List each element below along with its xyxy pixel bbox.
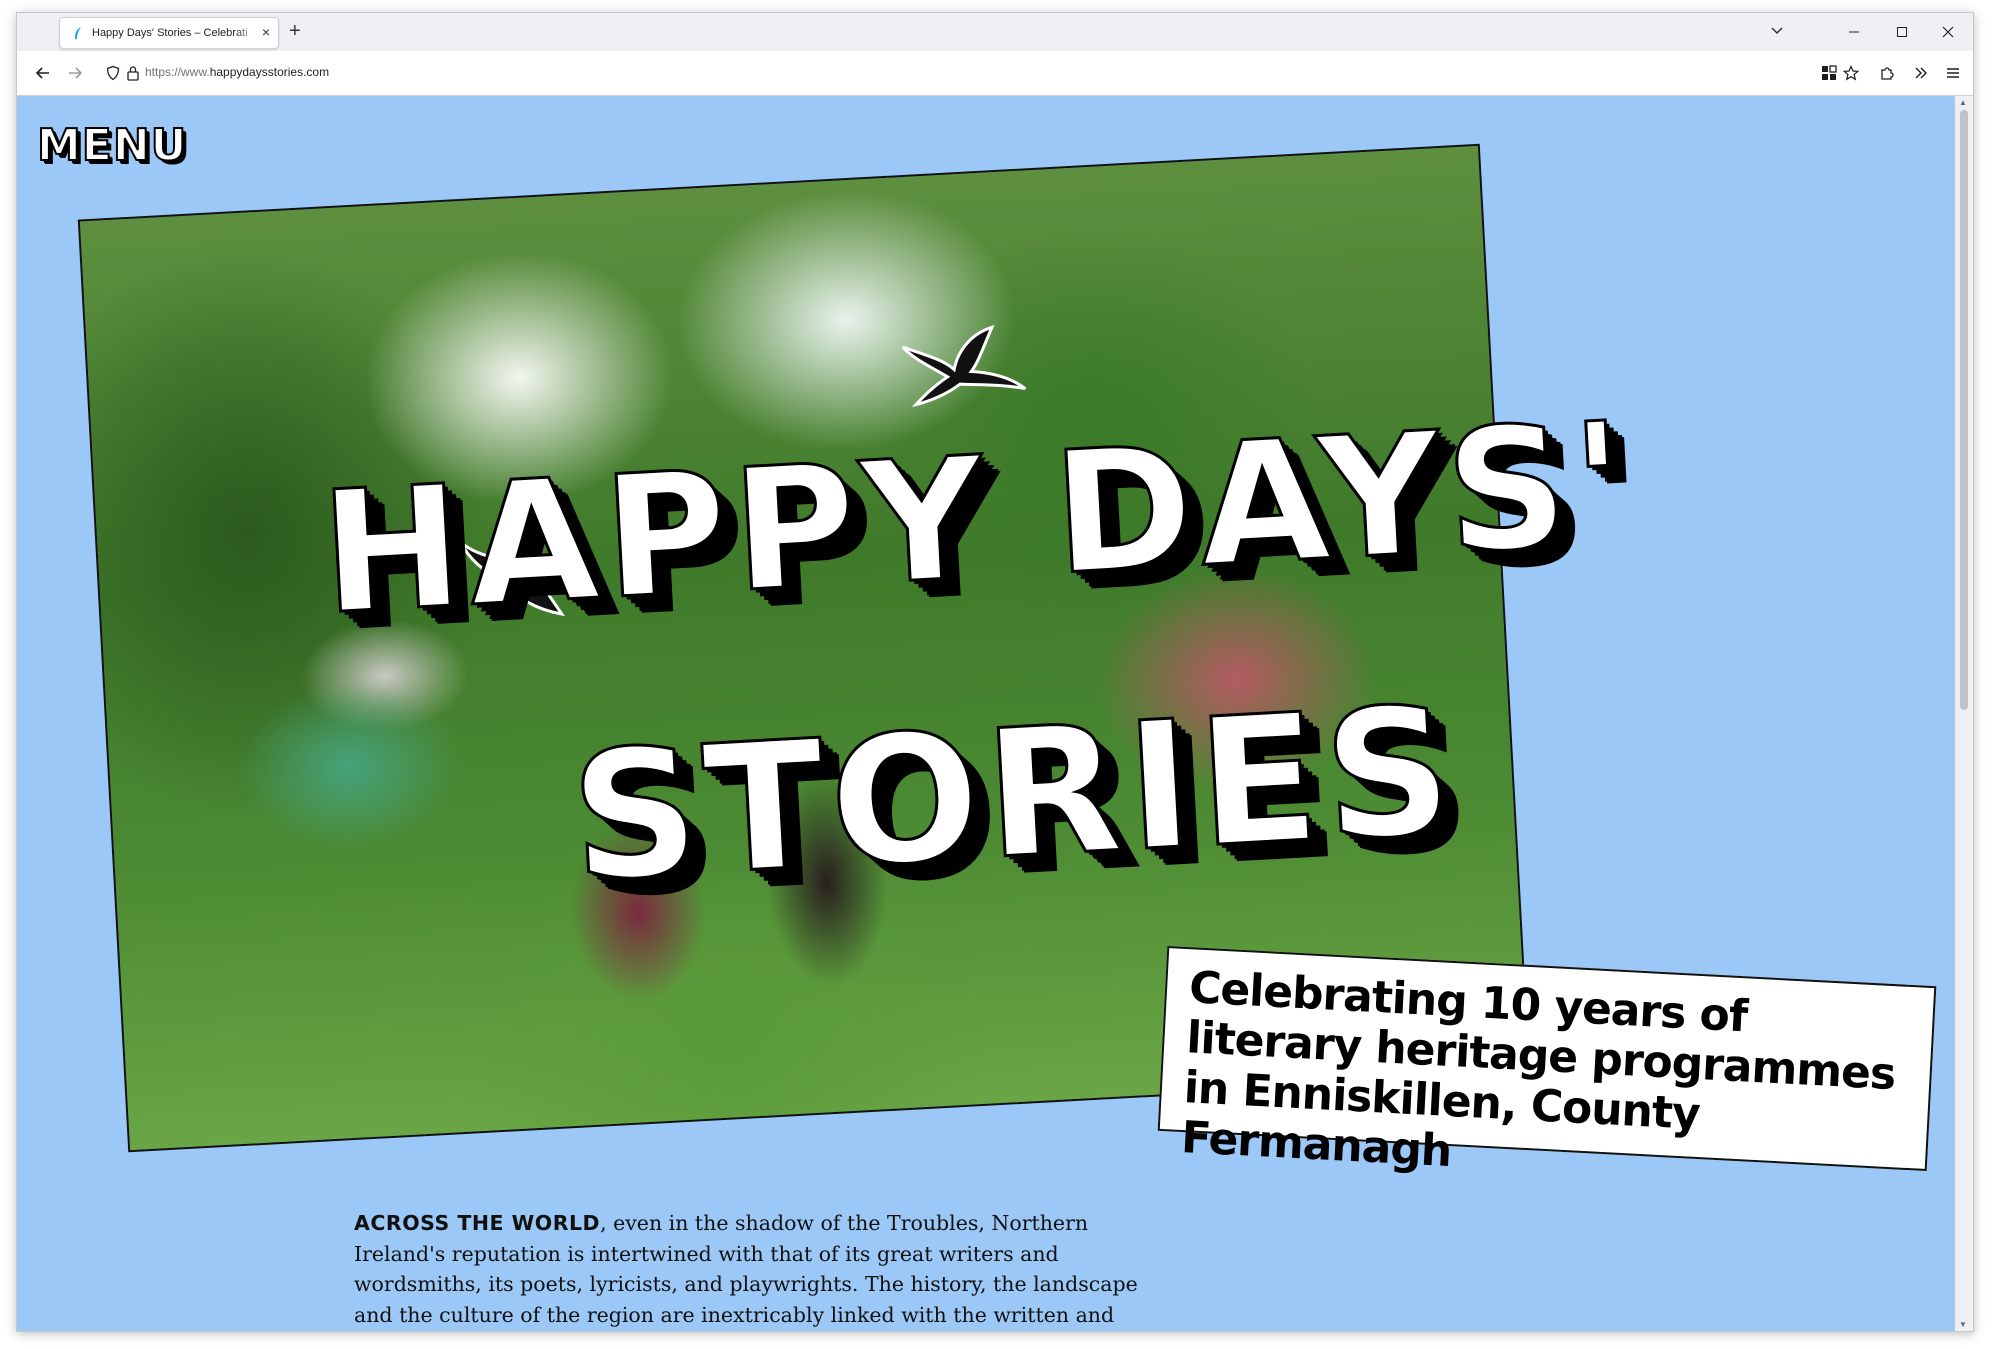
tab-title: Happy Days' Stories – Celebrati <box>92 27 248 39</box>
page-viewport: MENU HAPPY DAYS' STORIES Celebrating 10 … <box>17 96 1955 1331</box>
chevron-down-icon[interactable] <box>1769 22 1785 38</box>
vertical-scrollbar[interactable]: ▲ ▼ <box>1955 96 1973 1331</box>
new-tab-button[interactable]: + <box>289 21 301 41</box>
intro-paragraph: ACROSS THE WORLD, even in the shadow of … <box>354 1208 1154 1331</box>
browser-tab[interactable]: Happy Days' Stories – Celebrati × <box>59 17 279 49</box>
back-arrow-icon[interactable] <box>31 61 55 85</box>
url-domain: happydaysstories.com <box>209 65 330 79</box>
swallow-icon <box>901 324 1027 408</box>
menu-button[interactable]: MENU <box>36 119 187 172</box>
address-bar-url[interactable]: https://www.happydaysstories.com <box>145 65 329 79</box>
lead-in-text: ACROSS THE WORLD <box>354 1211 601 1235</box>
extensions-puzzle-icon[interactable] <box>1875 61 1899 85</box>
bookmark-star-icon[interactable] <box>1839 61 1863 85</box>
close-tab-icon[interactable]: × <box>262 25 270 39</box>
scroll-up-arrow-icon[interactable]: ▲ <box>1959 98 1967 107</box>
browser-window: Happy Days' Stories – Celebrati × + http… <box>16 12 1974 1332</box>
minimize-button[interactable] <box>1837 20 1871 44</box>
subtitle-card: Celebrating 10 years of literary heritag… <box>1157 945 1937 1177</box>
scroll-down-arrow-icon[interactable]: ▼ <box>1959 1320 1967 1329</box>
maximize-button[interactable] <box>1885 20 1919 44</box>
hamburger-menu-icon[interactable] <box>1941 61 1965 85</box>
tab-strip: Happy Days' Stories – Celebrati × + <box>17 13 1973 51</box>
navigation-bar: https://www.happydaysstories.com <box>17 51 1973 96</box>
url-protocol: https://www. <box>145 65 210 79</box>
qr-code-icon[interactable] <box>1817 61 1841 85</box>
close-window-button[interactable] <box>1931 20 1965 44</box>
forward-arrow-icon[interactable] <box>63 61 87 85</box>
scrollbar-thumb[interactable] <box>1960 110 1968 710</box>
feather-icon <box>72 26 84 40</box>
overflow-chevrons-icon[interactable] <box>1909 61 1933 85</box>
hero-subtitle: Celebrating 10 years of literary heritag… <box>1180 962 1897 1178</box>
lock-icon[interactable] <box>121 61 145 85</box>
